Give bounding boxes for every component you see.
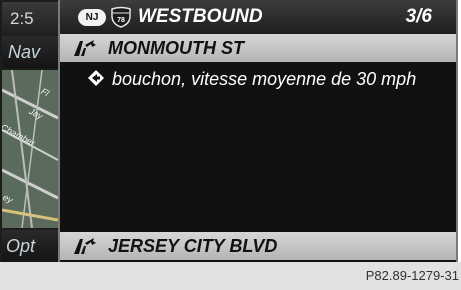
nav-menu-button[interactable]: Nav (2, 36, 58, 68)
next-street-row[interactable]: JERSEY CITY BLVD (60, 232, 456, 260)
screen: 2:5 Nav Chamber Jay Fl ey Opt NJ 78 WEST… (0, 0, 461, 290)
panel-header: NJ 78 WESTBOUND 3/6 (60, 0, 456, 34)
options-menu-button[interactable]: Opt (2, 230, 58, 262)
next-street-name: JERSEY CITY BLVD (108, 236, 278, 256)
map-thumbnail: Chamber Jay Fl ey (2, 70, 58, 228)
figure-footer: P82.89-1279-31 (0, 262, 461, 290)
traffic-message-panel: NJ 78 WESTBOUND 3/6 MONMOUTH ST bouchon, (58, 0, 458, 262)
current-street-row[interactable]: MONMOUTH ST (60, 34, 456, 62)
clock: 2:5 (2, 2, 58, 36)
road-arrow-icon (74, 238, 96, 254)
current-street-name: MONMOUTH ST (108, 38, 244, 58)
warning-diamond-icon (88, 70, 104, 86)
direction-label: WESTBOUND (138, 6, 263, 27)
figure-code: P82.89-1279-31 (365, 268, 459, 283)
route-number: 78 (117, 17, 125, 24)
interstate-shield-icon: 78 (111, 6, 131, 28)
page-indicator: 3/6 (405, 6, 432, 27)
state-badge: NJ (78, 9, 106, 26)
background-nav-strip: 2:5 Nav Chamber Jay Fl ey Opt (0, 0, 58, 262)
road-arrow-icon (74, 40, 96, 56)
traffic-message-text: bouchon, vitesse moyenne de 30 mph (112, 69, 417, 89)
